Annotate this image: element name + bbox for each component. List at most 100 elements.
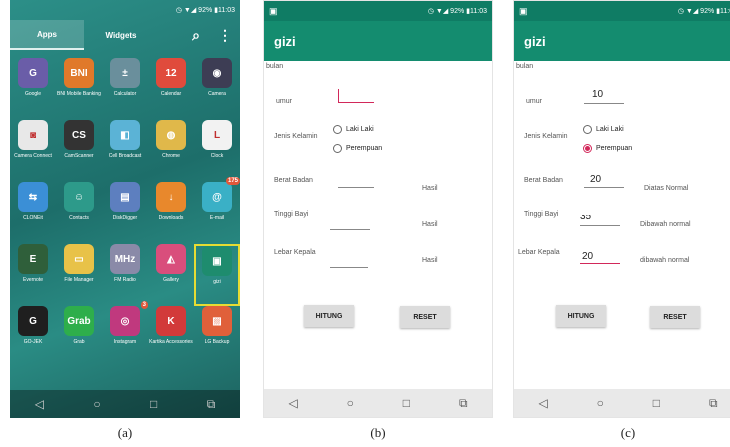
status-icons: ◷ ▼◢ 92% ▮11:03 [427, 8, 487, 15]
dual-window-icon[interactable]: ⧉ [207, 397, 216, 412]
umur-input[interactable] [338, 89, 374, 103]
radio-laki-laki[interactable]: Laki Laki [583, 125, 624, 134]
app-grab[interactable]: Grab Grab [56, 306, 102, 368]
app-file-manager[interactable]: ▭ File Manager [56, 244, 102, 306]
app-lg-backup[interactable]: ▨ LG Backup [194, 306, 240, 368]
app-label: Downloads [158, 215, 184, 221]
app-e-mail[interactable]: @175 E-mail [194, 177, 240, 244]
app-contacts[interactable]: ☺ Contacts [56, 182, 102, 244]
radio-perempuan[interactable]: Perempuan [333, 144, 382, 153]
app-icon: ◍ [156, 120, 186, 150]
app-clock[interactable]: L Clock [194, 120, 240, 182]
tab-widgets[interactable]: Widgets [84, 20, 158, 50]
app-cloneit[interactable]: ⇆ CLONEit [10, 182, 56, 244]
app-icon: ± [110, 58, 140, 88]
app-label: LG Backup [204, 339, 230, 345]
image-notification-icon: ▣ [519, 5, 528, 16]
hitung-button[interactable]: HITUNG [304, 305, 354, 327]
hasil-tinggi: Dibawah normal [640, 221, 691, 228]
tinggi-bayi-label: Tinggi Bayi [524, 211, 559, 218]
dual-window-icon[interactable]: ⧉ [709, 396, 718, 411]
search-icon[interactable]: ⌕ [192, 27, 200, 44]
tab-apps[interactable]: Apps [10, 20, 84, 50]
back-icon[interactable]: ◁ [288, 396, 297, 410]
hitung-button[interactable]: HITUNG [556, 305, 606, 327]
notification-badge: 3 [140, 301, 148, 309]
screen-form-empty: ▣ ◷ ▼◢ 92% ▮11:03 gizi bulan umur Jenis … [263, 0, 493, 418]
app-label: File Manager [64, 277, 94, 283]
app-camera[interactable]: ◉ Camera [194, 58, 240, 120]
app-label: Cell Broadcast [108, 153, 142, 159]
app-label: E-mail [209, 215, 225, 221]
app-icon: ▤ [110, 182, 140, 212]
app-label: Contacts [69, 215, 89, 221]
app-label: gizi [213, 279, 221, 285]
app-label: BNI Mobile Banking [57, 91, 101, 97]
lebar-kepala-value[interactable]: 20 [582, 251, 593, 262]
app-label: Kartika Accessories [149, 339, 193, 345]
app-fm-radio[interactable]: MHz FM Radio [102, 244, 148, 306]
app-label: Gallery [163, 277, 179, 283]
caption-b: (b) [370, 425, 386, 440]
hasil-berat-label: Hasil [422, 185, 438, 192]
berat-badan-value[interactable]: 20 [590, 174, 601, 185]
app-gallery[interactable]: ◭ Gallery [148, 244, 194, 306]
app-instagram[interactable]: ◎ 3 Instagram [102, 301, 148, 368]
app-icon: G [18, 58, 48, 88]
tinggi-bayi-label: Tinggi Bayi [274, 211, 309, 218]
app-downloads[interactable]: ↓ Downloads [148, 182, 194, 244]
app-evernote[interactable]: E Evernote [10, 244, 56, 306]
app-go-jek[interactable]: G GO-JEK [10, 306, 56, 368]
app-icon: @175 [202, 177, 240, 212]
lebar-kepala-underline [580, 263, 620, 264]
app-cell-broadcast[interactable]: ◧ Cell Broadcast [102, 120, 148, 182]
app-google[interactable]: G Google [10, 58, 56, 120]
home-icon[interactable]: ○ [347, 396, 354, 410]
nav-bar: ◁ ○ □ ⧉ [514, 389, 730, 417]
hasil-tinggi-label: Hasil [422, 221, 438, 228]
app-bni-mobile-banking[interactable]: BNI BNI Mobile Banking [56, 58, 102, 120]
recents-icon[interactable]: □ [403, 396, 410, 410]
berat-badan-label: Berat Badan [274, 177, 313, 184]
app-kartika-accessories[interactable]: K Kartika Accessories [148, 306, 194, 368]
app-label: Calculator [113, 91, 137, 97]
dual-window-icon[interactable]: ⧉ [459, 396, 468, 411]
app-icon: BNI [64, 58, 94, 88]
tinggi-bayi-value[interactable]: 35 [580, 215, 591, 223]
app-icon: ◧ [110, 120, 140, 150]
app-camscanner[interactable]: CS CamScanner [56, 120, 102, 182]
radio-perempuan-selected[interactable]: Perempuan [583, 144, 632, 153]
app-camera-connect[interactable]: ◙ Camera Connect [10, 120, 56, 182]
screen-launcher: ◷ ▼◢ 92% ▮11:03 Apps Widgets ⌕ ⋮ G Google… [10, 0, 240, 418]
more-options-icon[interactable]: ⋮ [218, 27, 232, 44]
back-icon[interactable]: ◁ [538, 396, 547, 410]
berat-badan-input[interactable] [338, 187, 374, 188]
jenis-kelamin-label: Jenis Kelamin [274, 133, 318, 140]
status-icons: ◷ ▼◢ 92% ▮11:03 [677, 8, 730, 15]
app-label: Calendar [160, 91, 182, 97]
app-label: FM Radio [114, 277, 136, 283]
app-diskdigger[interactable]: ▤ DiskDigger [102, 182, 148, 244]
berat-badan-label: Berat Badan [524, 177, 563, 184]
recents-icon[interactable]: □ [150, 397, 157, 411]
radio-laki-laki[interactable]: Laki Laki [333, 125, 374, 134]
app-gizi[interactable]: ▣ gizi [194, 244, 240, 306]
app-icon: L [202, 120, 232, 150]
reset-button[interactable]: RESET [400, 306, 450, 328]
image-notification-icon: ▣ [269, 5, 278, 16]
reset-button[interactable]: RESET [650, 306, 700, 328]
app-icon: 12 [156, 58, 186, 88]
app-chrome[interactable]: ◍ Chrome [148, 120, 194, 182]
app-calculator[interactable]: ± Calculator [102, 58, 148, 120]
back-icon[interactable]: ◁ [35, 397, 44, 411]
tinggi-bayi-input[interactable] [330, 229, 370, 230]
lebar-kepala-input[interactable] [330, 267, 368, 268]
umur-value[interactable]: 10 [592, 89, 603, 100]
recents-icon[interactable]: □ [653, 396, 660, 410]
home-icon[interactable]: ○ [597, 396, 604, 410]
home-icon[interactable]: ○ [93, 397, 100, 411]
bulan-label: bulan [266, 63, 284, 70]
app-calendar[interactable]: 12 Calendar [148, 58, 194, 120]
app-icon: ▭ [64, 244, 94, 274]
app-label: Chrome [162, 153, 180, 159]
